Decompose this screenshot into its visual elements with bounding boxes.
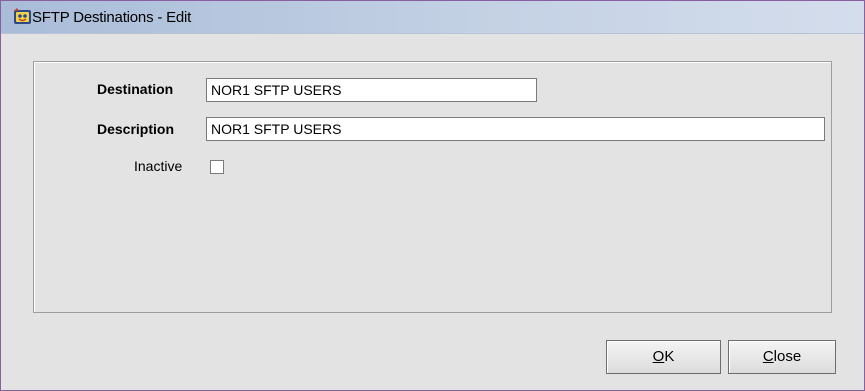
window-title: SFTP Destinations - Edit — [32, 9, 192, 26]
ok-mnemonic: O — [652, 348, 665, 365]
inactive-label: Inactive — [134, 158, 183, 174]
close-mnemonic: C — [762, 348, 774, 365]
inactive-checkbox[interactable] — [210, 160, 224, 174]
destination-input[interactable]: NOR1 SFTP USERS — [206, 78, 537, 102]
destination-label: Destination — [97, 81, 174, 97]
close-button[interactable]: Close — [728, 340, 836, 374]
ok-label-rest: K — [664, 348, 675, 365]
description-label: Description — [97, 121, 175, 137]
description-input[interactable]: NOR1 SFTP USERS — [206, 117, 825, 141]
ok-button[interactable]: OK — [606, 340, 721, 374]
close-label-rest: lose — [773, 348, 802, 365]
edit-dialog-window: SFTP Destinations - Edit Destination NOR… — [0, 0, 865, 391]
app-icon — [14, 8, 31, 24]
title-bar[interactable]: SFTP Destinations - Edit — [1, 1, 864, 34]
